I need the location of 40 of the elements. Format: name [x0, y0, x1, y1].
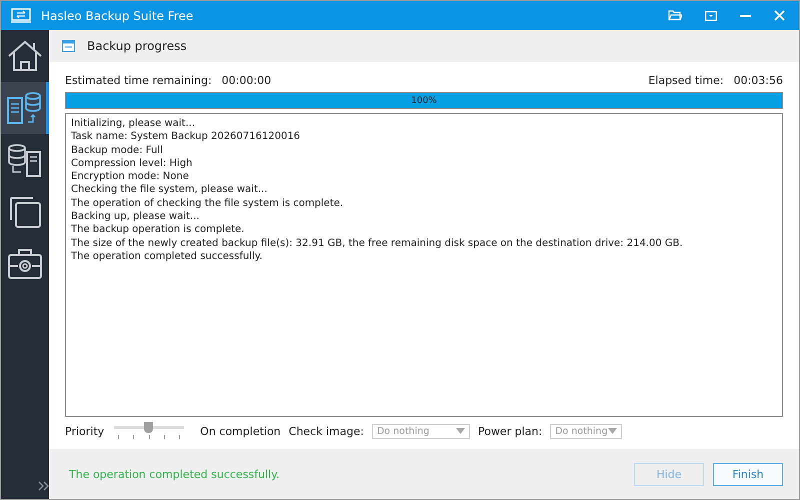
log-line: Checking the file system, please wait...	[71, 183, 268, 197]
sidebar-item[interactable]	[1, 82, 49, 134]
toolbox-gear-icon	[7, 246, 43, 282]
page-title: Backup progress	[87, 39, 187, 53]
app-logo-icon	[11, 8, 31, 24]
house-icon	[7, 38, 43, 74]
expand-icon[interactable]	[38, 481, 50, 491]
elapsed-time-label: Elapsed time:	[648, 74, 724, 86]
database-server-icon	[7, 142, 43, 178]
log-line: Backing up, please wait...	[71, 210, 200, 224]
elapsed-time-value: 00:03:56	[734, 74, 783, 86]
priority-slider[interactable]	[114, 422, 184, 440]
log-line: Compression level: High	[71, 156, 194, 170]
check-image-label: Check image:	[288, 424, 364, 438]
copy-icon	[7, 194, 43, 230]
window-title: Hasleo Backup Suite Free	[41, 8, 194, 22]
power-plan-label: Power plan:	[478, 424, 542, 438]
dropdown-arrow-icon	[456, 428, 465, 434]
window-icon	[62, 40, 75, 52]
log-line: The backup operation is complete.	[71, 223, 246, 237]
log-line: Task name: System Backup 20260716120016	[71, 130, 302, 144]
on-completion-label: On completion	[200, 424, 281, 438]
priority-label: Priority	[65, 424, 104, 438]
log-line: Initializing, please wait...	[71, 117, 196, 130]
minimize-icon[interactable]	[740, 14, 751, 16]
dropdown-arrow-icon	[608, 428, 618, 434]
finish-button[interactable]: Finish	[713, 462, 783, 486]
status-message: The operation completed successfully.	[69, 468, 280, 480]
log-line: Encryption mode: None	[71, 170, 190, 184]
estimated-time-label: Estimated time remaining:	[65, 74, 212, 86]
close-icon[interactable]	[774, 10, 785, 21]
log-line: Backup mode: Full	[71, 144, 164, 157]
folder-icon[interactable]	[668, 10, 682, 21]
server-database-icon	[6, 90, 42, 126]
estimated-time-value: 00:00:00	[222, 74, 272, 86]
log-line: The operation completed successfully.	[71, 250, 264, 264]
dropdown-window-icon[interactable]	[705, 10, 717, 20]
progress-percent: 100%	[411, 96, 437, 106]
log-line: The operation of checking the file system is complete.	[71, 196, 344, 210]
log-line: The size of the newly created backup file(s): 32.91 GB, the free remaining disk space on the destination drive: 214.00 GB.	[71, 236, 684, 250]
